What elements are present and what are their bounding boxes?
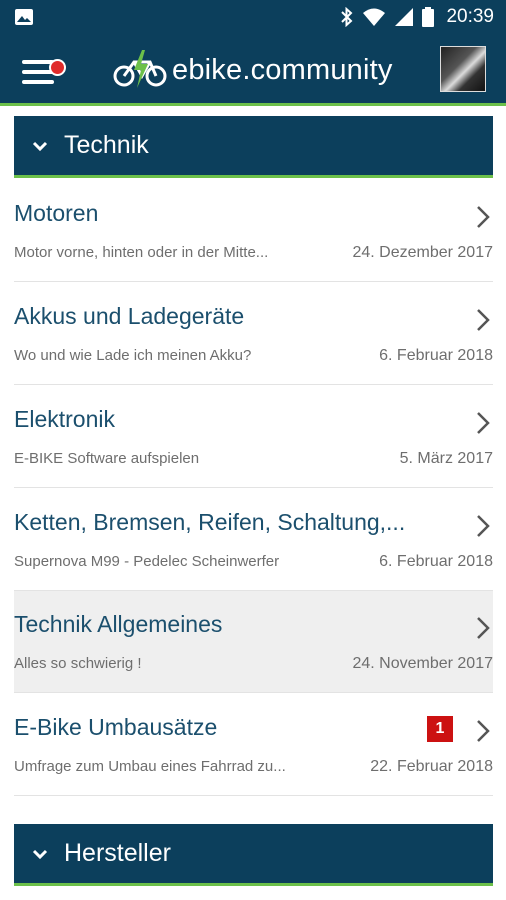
chevron-right-icon (477, 515, 490, 537)
menu-button[interactable] (18, 50, 66, 90)
signal-icon (395, 8, 414, 26)
forum-last-date: 5. März 2017 (399, 450, 493, 467)
chevron-right-icon (477, 617, 490, 639)
chevron-right-icon (477, 309, 490, 331)
forum-row-technik-allgemeines[interactable]: Technik Allgemeines Alles so schwierig !… (14, 591, 493, 693)
forum-title: E-Bike Umbausätze (14, 714, 218, 740)
image-notification-icon (15, 9, 33, 25)
forum-title: Akkus und Ladegeräte (14, 303, 245, 329)
section-title: Hersteller (64, 839, 171, 867)
chevron-down-icon (32, 849, 48, 859)
forum-last-date: 22. Februar 2018 (370, 758, 493, 775)
battery-icon (422, 7, 435, 27)
chevron-right-icon (477, 720, 490, 742)
forum-title: Elektronik (14, 406, 115, 432)
forum-title: Technik Allgemeines (14, 611, 223, 637)
forum-last-topic: Wo und wie Lade ich meinen Akku? (14, 347, 252, 364)
bluetooth-icon (341, 7, 353, 27)
forum-last-topic: Alles so schwierig ! (14, 655, 142, 672)
status-bar: 20:39 (0, 0, 506, 34)
forum-last-topic: Motor vorne, hinten oder in der Mitte... (14, 244, 269, 261)
chevron-right-icon (477, 412, 490, 434)
forum-row-umbausaetze[interactable]: E-Bike Umbausätze 1 Umfrage zum Umbau ei… (14, 694, 493, 796)
forum-row-elektronik[interactable]: Elektronik E-BIKE Software aufspielen 5.… (14, 386, 493, 488)
brand-logo[interactable]: ebike.community (112, 46, 393, 94)
chevron-right-icon (477, 206, 490, 228)
menu-icon-bar (22, 80, 54, 84)
forum-last-date: 24. November 2017 (352, 655, 493, 672)
forum-title: Ketten, Bremsen, Reifen, Schaltung,... (14, 509, 406, 535)
forum-title: Motoren (14, 200, 99, 226)
app-bar: ebike.community (0, 34, 506, 106)
avatar[interactable] (440, 46, 486, 92)
wifi-icon (363, 8, 386, 26)
chevron-down-icon (32, 141, 48, 151)
ebike-logo-icon (113, 50, 167, 88)
forum-last-topic: Umfrage zum Umbau eines Fahrrad zu... (14, 758, 286, 775)
section-header-hersteller[interactable]: Hersteller (14, 824, 493, 886)
section-header-technik[interactable]: Technik (14, 116, 493, 178)
forum-last-date: 6. Februar 2018 (379, 553, 493, 570)
section-title: Technik (64, 131, 149, 159)
forum-last-date: 24. Dezember 2017 (352, 244, 493, 261)
forum-row-akkus[interactable]: Akkus und Ladegeräte Wo und wie Lade ich… (14, 283, 493, 385)
status-time: 20:39 (446, 6, 494, 27)
forum-last-topic: E-BIKE Software aufspielen (14, 450, 200, 467)
forum-last-topic: Supernova M99 - Pedelec Scheinwerfer (14, 553, 280, 570)
forum-last-date: 6. Februar 2018 (379, 347, 493, 364)
brand-name: ebike.community (172, 53, 393, 86)
forum-row-motoren[interactable]: Motoren Motor vorne, hinten oder in der … (14, 180, 493, 282)
notification-dot (49, 59, 66, 76)
forum-row-ketten[interactable]: Ketten, Bremsen, Reifen, Schaltung,... S… (14, 489, 493, 591)
unread-count-badge: 1 (427, 716, 453, 742)
